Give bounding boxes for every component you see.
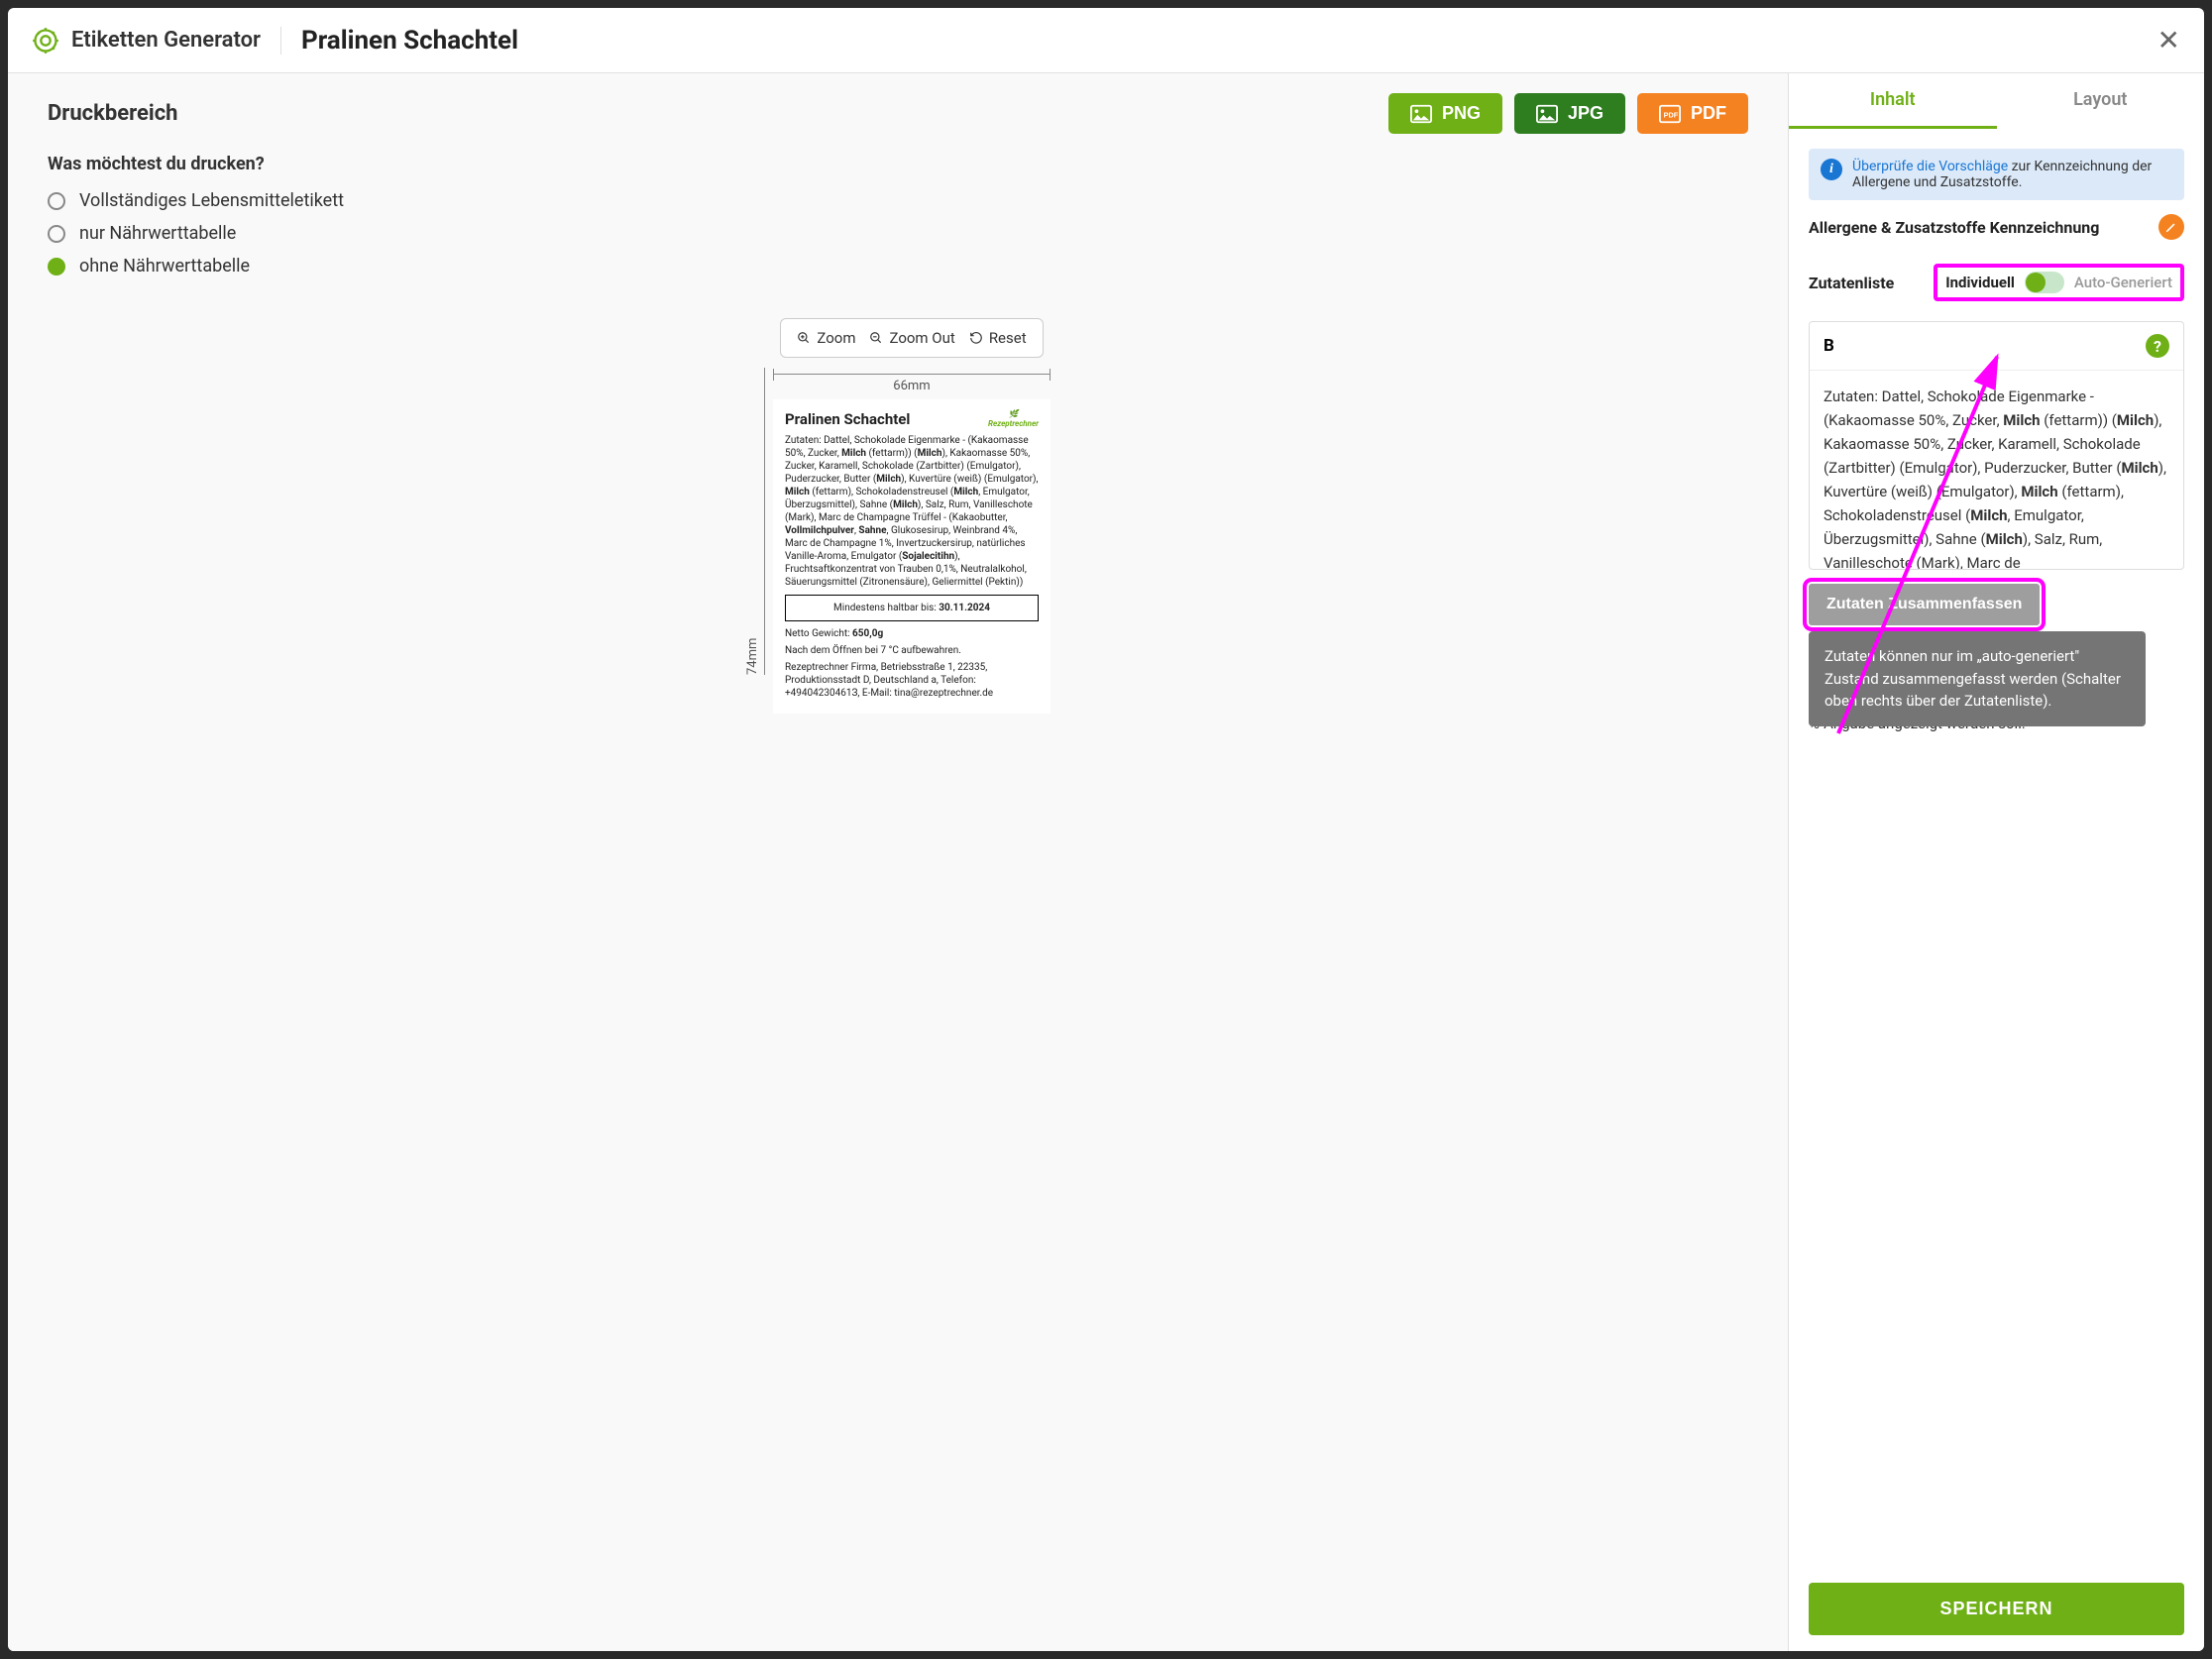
recipe-title: Pralinen Schachtel [301, 26, 518, 55]
svg-text:PDF: PDF [1664, 110, 1679, 119]
label-preview: Pralinen Schachtel 🌿Rezeptrechner Zutate… [773, 399, 1051, 714]
export-png-label: PNG [1442, 103, 1481, 124]
allergen-section-row: Allergene & Zusatzstoffe Kennzeichnung [1809, 214, 2184, 240]
image-icon [1536, 104, 1558, 124]
zoom-in-icon [797, 331, 811, 345]
info-link[interactable]: Überprüfe die Vorschläge [1852, 159, 2008, 174]
ruler-horizontal: 66mm [773, 374, 1051, 393]
zoom-out-button[interactable]: Zoom Out [869, 329, 954, 347]
tab-layout[interactable]: Layout [1997, 73, 2205, 129]
print-question: Was möchtest du drucken? [48, 154, 1748, 174]
reset-icon [969, 331, 983, 345]
edit-allergen-button[interactable] [2158, 214, 2184, 240]
header-divider [280, 27, 281, 55]
label-ingredients: Zutaten: Dattel, Schokolade Eigenmarke -… [785, 434, 1039, 589]
export-png-button[interactable]: PNG [1388, 93, 1502, 134]
ingredients-text[interactable]: Zutaten: Dattel, Schokolade Eigenmarke -… [1810, 371, 2183, 569]
format-bold-marker[interactable]: B [1824, 336, 1834, 356]
info-box: i Überprüfe die Vorschläge zur Kennzeich… [1809, 149, 2184, 200]
weight-value: 650,0g [852, 628, 883, 639]
tab-content[interactable]: Inhalt [1789, 73, 1997, 129]
label-brand-text: Rezeptrechner [988, 419, 1039, 428]
export-jpg-label: JPG [1568, 103, 1604, 124]
image-icon [1410, 104, 1432, 124]
save-button[interactable]: SPEICHERN [1809, 1583, 2184, 1635]
close-button[interactable]: ✕ [2157, 24, 2180, 56]
ingredient-list-label: Zutatenliste [1809, 274, 1894, 292]
body: Druckbereich PNG JPG PDF PDF Was möchtes… [8, 73, 2204, 1651]
app-title: Etiketten Generator [71, 28, 261, 53]
toggle-auto-label: Auto-Generiert [2074, 274, 2172, 291]
print-area-heading: Druckbereich [48, 101, 1377, 126]
zoom-in-button[interactable]: Zoom [797, 329, 855, 347]
label-title-row: Pralinen Schachtel 🌿Rezeptrechner [785, 409, 1039, 430]
ingredients-box: B ? Zutaten: Dattel, Schokolade Eigenmar… [1809, 321, 2184, 570]
summarize-ingredients-button[interactable]: Zutaten Zusammenfassen [1809, 584, 2040, 625]
pdf-icon: PDF [1659, 104, 1681, 124]
right-pane: Inhalt Layout i Überprüfe die Vorschläge… [1788, 73, 2204, 1651]
left-top-row: Druckbereich PNG JPG PDF PDF [48, 93, 1748, 134]
label-company: Rezeptrechner Firma, Betriebsstraße 1, 2… [785, 661, 1039, 700]
pencil-icon [2164, 220, 2178, 234]
radio-icon [48, 192, 65, 210]
toggle-knob [2026, 273, 2046, 292]
info-text: Überprüfe die Vorschläge zur Kennzeichnu… [1852, 159, 2172, 190]
ruler-vertical: 74mm [745, 368, 765, 675]
option-only-nutri-text: nur Nährwerttabelle [79, 223, 236, 244]
summarize-tooltip: Zutaten können nur im „auto-generiert" Z… [1809, 631, 2146, 726]
option-full-label[interactable]: Vollständiges Lebensmitteletikett [48, 190, 1748, 211]
toggle-individual-label: Individuell [1945, 274, 2015, 291]
info-icon: i [1821, 159, 1842, 180]
zoom-out-icon [869, 331, 883, 345]
option-no-nutri-text: ohne Nährwerttabelle [79, 256, 250, 276]
zoom-out-label: Zoom Out [889, 329, 954, 347]
modal-dialog: Etiketten Generator Pralinen Schachtel ✕… [8, 8, 2204, 1651]
export-pdf-button[interactable]: PDF PDF [1637, 93, 1748, 134]
tabs: Inhalt Layout [1789, 73, 2204, 129]
left-pane: Druckbereich PNG JPG PDF PDF Was möchtes… [8, 73, 1788, 1651]
mhd-label: Mindestens haltbar bis: [833, 603, 939, 613]
export-jpg-button[interactable]: JPG [1514, 93, 1625, 134]
option-full-text: Vollständiges Lebensmitteletikett [79, 190, 344, 211]
label-weight: Netto Gewicht: 650,0g [785, 627, 1039, 640]
radio-icon [48, 225, 65, 243]
label-storage: Nach dem Öffnen bei 7 °C aufbewahren. [785, 644, 1039, 657]
toggle-highlight-box: Individuell Auto-Generiert [1934, 264, 2184, 301]
print-options: Vollständiges Lebensmitteletikett nur Nä… [48, 190, 1748, 288]
app-logo-icon [32, 27, 59, 55]
label-brand-logo: 🌿Rezeptrechner [988, 409, 1039, 430]
preview-area: 74mm Zoom Zoom Out Reset 66mm Pralinen S… [48, 318, 1748, 1631]
ingredient-mode-toggle[interactable] [2025, 272, 2064, 293]
help-button[interactable]: ? [2146, 334, 2169, 358]
ingredient-list-row: Zutatenliste Individuell Auto-Generiert [1809, 264, 2184, 301]
zoom-toolbar: Zoom Zoom Out Reset [780, 318, 1043, 358]
zoom-reset-button[interactable]: Reset [969, 329, 1027, 347]
header: Etiketten Generator Pralinen Schachtel ✕ [8, 8, 2204, 73]
weight-label: Netto Gewicht: [785, 628, 852, 639]
zoom-reset-label: Reset [989, 329, 1027, 347]
preview-column: Zoom Zoom Out Reset 66mm Pralinen Schach… [773, 318, 1051, 714]
option-no-nutri[interactable]: ohne Nährwerttabelle [48, 256, 1748, 276]
ingredients-header: B ? [1810, 322, 2183, 371]
export-pdf-label: PDF [1691, 103, 1726, 124]
label-mhd: Mindestens haltbar bis: 30.11.2024 [785, 595, 1039, 621]
zoom-in-label: Zoom [817, 329, 855, 347]
radio-icon-checked [48, 258, 65, 276]
mhd-date: 30.11.2024 [939, 603, 990, 613]
option-only-nutri[interactable]: nur Nährwerttabelle [48, 223, 1748, 244]
allergen-heading: Allergene & Zusatzstoffe Kennzeichnung [1809, 218, 2099, 237]
label-title: Pralinen Schachtel [785, 410, 910, 430]
content-panel: i Überprüfe die Vorschläge zur Kennzeich… [1789, 129, 2204, 1567]
